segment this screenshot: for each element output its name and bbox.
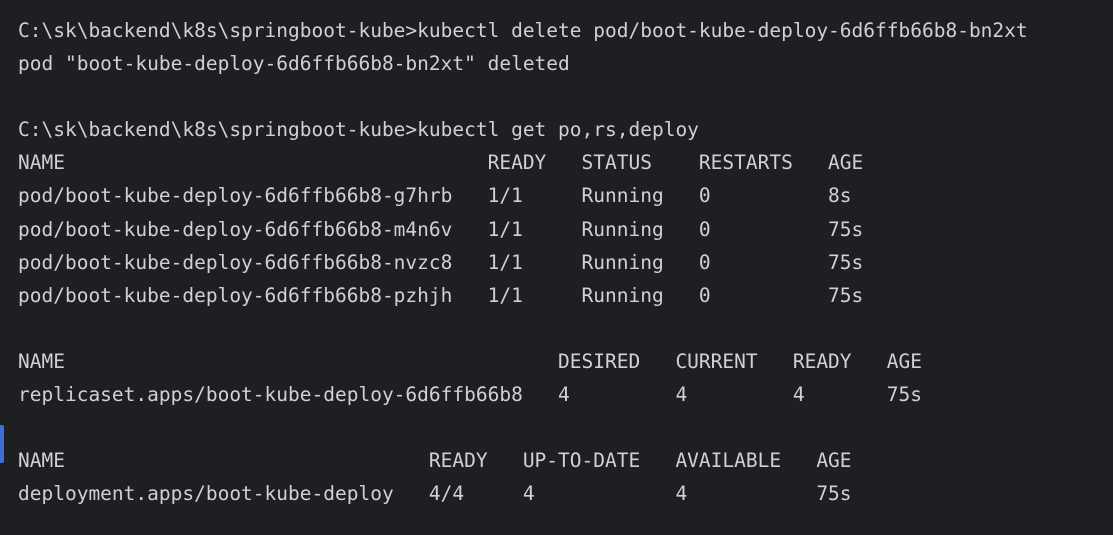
pods-table-row: pod/boot-kube-deploy-6d6ffb66b8-pzhjh 1/… [18,283,864,307]
replicaset-table-row: replicaset.apps/boot-kube-deploy-6d6ffb6… [18,383,922,407]
command-line: C:\sk\backend\k8s\springboot-kube>kubect… [18,19,1028,42]
deployment-table-row: deployment.apps/boot-kube-deploy 4/4 4 4… [18,482,852,506]
terminal-output-panel[interactable]: C:\sk\backend\k8s\springboot-kube>kubect… [0,0,1113,535]
terminal-lines: C:\sk\backend\k8s\springboot-kube>kubect… [18,14,1028,510]
gutter-marker [0,425,4,463]
output-line: pod "boot-kube-deploy-6d6ffb66b8-bn2xt" … [18,52,570,76]
replicaset-table-header: NAME DESIRED CURRENT READY AGE [18,349,922,373]
pods-table-row: pod/boot-kube-deploy-6d6ffb66b8-nvzc8 1/… [18,250,864,274]
pods-table-row: pod/boot-kube-deploy-6d6ffb66b8-m4n6v 1/… [18,217,864,241]
pods-table-header: NAME READY STATUS RESTARTS AGE [18,151,864,175]
command-line: C:\sk\backend\k8s\springboot-kube>kubect… [18,118,699,142]
pods-table-row: pod/boot-kube-deploy-6d6ffb66b8-g7hrb 1/… [18,184,852,208]
deployment-table-header: NAME READY UP-TO-DATE AVAILABLE AGE [18,449,852,473]
